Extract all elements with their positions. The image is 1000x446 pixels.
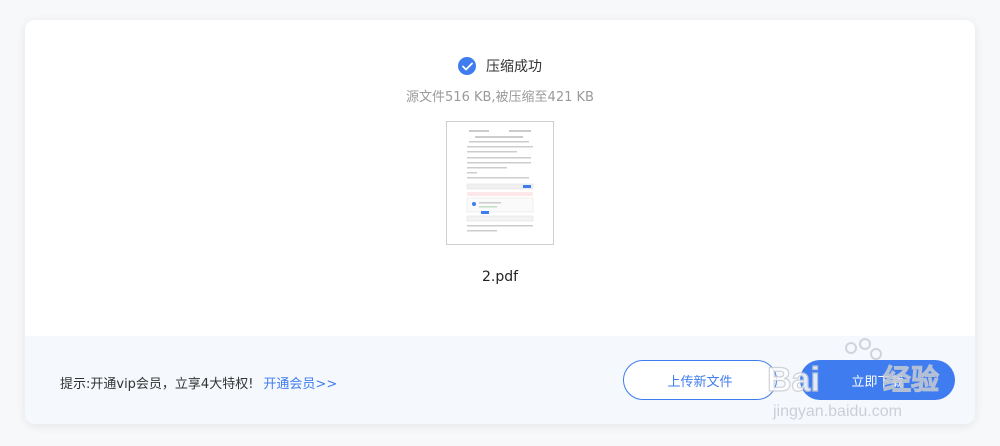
vip-tip: 提示:开通vip会员，立享4大特权! 开通会员>> [60,373,337,392]
vip-tip-text: 提示:开通vip会员，立享4大特权! [60,377,254,392]
status-title: 压缩成功 [486,59,542,75]
result-panel: 压缩成功 源文件516 KB,被压缩至421 KB 2.pdf [25,20,975,336]
open-vip-link[interactable]: 开通会员>> [263,373,337,392]
result-card: 压缩成功 源文件516 KB,被压缩至421 KB 2.pdf 提示:开通vip… [25,20,975,424]
page: 压缩成功 源文件516 KB,被压缩至421 KB 2.pdf 提示:开通vip… [0,0,1000,446]
download-now-button[interactable]: 立即下载 [800,360,955,400]
action-bar: 提示:开通vip会员，立享4大特权! 开通会员>> 上传新文件 立即下载 [25,336,975,424]
status-row: 压缩成功 [25,56,975,76]
size-info: 源文件516 KB,被压缩至421 KB [406,90,594,105]
pdf-thumbnail[interactable] [446,121,554,245]
check-circle-icon [458,57,476,75]
upload-new-file-button[interactable]: 上传新文件 [623,360,777,400]
file-name: 2.pdf [481,269,519,285]
